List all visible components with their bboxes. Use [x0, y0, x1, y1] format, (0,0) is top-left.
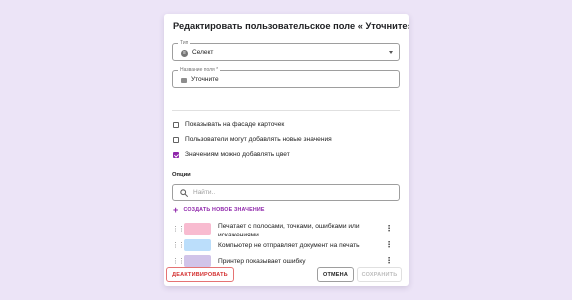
- checkbox-box[interactable]: [173, 122, 179, 128]
- field-name-value: Уточните: [191, 76, 219, 83]
- drag-handle-icon[interactable]: ⋮⋮: [172, 258, 185, 265]
- search-input[interactable]: [193, 189, 373, 196]
- checkbox-show-on-card[interactable]: Показывать на фасаде карточек: [173, 121, 284, 129]
- option-label: Компьютер не отправляет документ на печа…: [218, 241, 360, 249]
- create-value-button[interactable]: + СОЗДАТЬ НОВОЕ ЗНАЧЕНИЕ: [173, 205, 265, 215]
- create-value-label: СОЗДАТЬ НОВОЕ ЗНАЧЕНИЕ: [183, 207, 265, 213]
- dialog-footer: ДЕАКТИВИРОВАТЬ ОТМЕНА СОХРАНИТЬ: [164, 266, 409, 286]
- divider: [172, 110, 400, 111]
- search-icon: [180, 188, 188, 197]
- more-vert-icon[interactable]: ⋮: [385, 241, 393, 249]
- more-vert-icon[interactable]: ⋮: [385, 257, 393, 265]
- checkbox-label: Значениям можно добавлять цвет: [185, 151, 290, 158]
- type-select-value: Селект: [192, 49, 214, 56]
- checkbox-label: Показывать на фасаде карточек: [185, 121, 285, 128]
- field-name-input[interactable]: Название поля * Уточните: [172, 67, 400, 88]
- chevron-down-icon[interactable]: [389, 51, 393, 54]
- checkbox-users-add-values[interactable]: Пользователи могут добавлять новые значе…: [173, 136, 332, 144]
- type-select[interactable]: Тип ≡ Селект: [172, 40, 400, 61]
- more-vert-icon[interactable]: ⋮: [385, 225, 393, 233]
- checkbox-values-color[interactable]: Значениям можно добавлять цвет: [173, 151, 290, 159]
- select-type-icon: ≡: [181, 49, 188, 57]
- edit-custom-field-dialog: Редактировать пользовательское поле « Ут…: [164, 14, 409, 286]
- checkbox-box[interactable]: [173, 137, 179, 143]
- option-label: Печатает с полосами, точками, ошибками и…: [218, 223, 360, 236]
- color-swatch[interactable]: [184, 223, 211, 235]
- list-item[interactable]: ⋮⋮ Компьютер не отправляет документ на п…: [172, 238, 400, 252]
- color-swatch[interactable]: [184, 239, 211, 251]
- options-section-label: Опции: [172, 172, 191, 178]
- dialog-title: Редактировать пользовательское поле « Ут…: [173, 21, 409, 31]
- drag-handle-icon[interactable]: ⋮⋮: [172, 226, 185, 233]
- save-button[interactable]: СОХРАНИТЬ: [357, 267, 402, 282]
- drag-handle-icon[interactable]: ⋮⋮: [172, 242, 185, 249]
- field-name-label: Название поля *: [178, 67, 221, 73]
- cancel-button[interactable]: ОТМЕНА: [317, 267, 354, 282]
- deactivate-button[interactable]: ДЕАКТИВИРОВАТЬ: [166, 267, 234, 282]
- options-list: ⋮⋮ Печатает с полосами, точками, ошибкам…: [172, 222, 400, 268]
- checkbox-label: Пользователи могут добавлять новые значе…: [185, 136, 332, 143]
- list-item[interactable]: ⋮⋮ Печатает с полосами, точками, ошибкам…: [172, 222, 400, 236]
- option-label: Принтер показывает ошибку: [218, 257, 306, 265]
- type-select-label: Тип: [178, 40, 191, 46]
- options-search[interactable]: [172, 184, 400, 201]
- plus-icon: +: [173, 205, 179, 215]
- checkbox-box[interactable]: [173, 152, 179, 158]
- emoji-icon: [181, 77, 187, 83]
